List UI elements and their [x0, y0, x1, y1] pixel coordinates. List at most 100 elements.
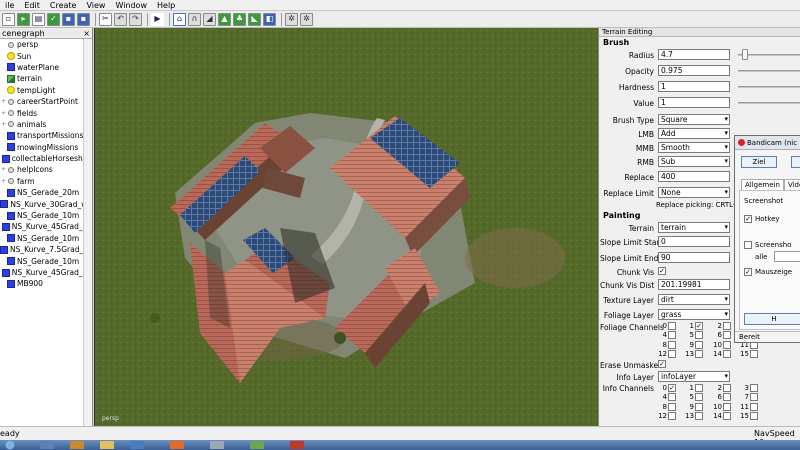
snap-icon[interactable]: ✲	[300, 12, 313, 26]
scenegraph-item[interactable]: transportMissions	[0, 130, 92, 141]
scenegraph-item[interactable]: NS_Gerade_10m	[0, 255, 92, 266]
menu-edit[interactable]: Edit	[19, 0, 45, 10]
mauszeiger-checkbox[interactable]: ✓	[744, 268, 752, 276]
scenegraph-item[interactable]: NS_Gerade_10m	[0, 233, 92, 244]
scenegraph-item[interactable]: tempLight	[0, 85, 92, 96]
scenegraph-item[interactable]: NS_Kurve_7.5Grad_en	[0, 244, 92, 255]
channel-checkbox[interactable]	[723, 349, 731, 358]
mmb-select[interactable]: Smooth	[658, 142, 730, 153]
scenegraph-item[interactable]: NS_Gerade_10m	[0, 210, 92, 221]
channel-checkbox[interactable]	[723, 402, 731, 411]
new-file-icon[interactable]: ▫	[2, 12, 15, 26]
channel-checkbox[interactable]	[750, 411, 758, 420]
scenegraph-item[interactable]: NS_Kurve_30Grad_we	[0, 198, 92, 209]
channel-checkbox[interactable]	[695, 411, 703, 420]
radius-slider-thumb[interactable]	[742, 49, 748, 60]
channel-checkbox[interactable]	[668, 402, 676, 411]
replace-field[interactable]: 400	[658, 171, 730, 182]
channel-checkbox[interactable]	[668, 340, 676, 349]
play-icon[interactable]: ▶	[151, 12, 164, 26]
close-icon[interactable]: ×	[83, 28, 92, 38]
scenegraph-item[interactable]: mowingMissions	[0, 142, 92, 153]
foliage-icon[interactable]: ♣	[233, 12, 246, 26]
menu-view[interactable]: View	[81, 0, 110, 10]
redo-icon[interactable]: ↷	[129, 12, 142, 26]
channel-checkbox[interactable]	[668, 349, 676, 358]
rmb-select[interactable]: Sub	[658, 156, 730, 167]
channel-checkbox[interactable]	[750, 402, 758, 411]
channel-checkbox[interactable]	[695, 340, 703, 349]
channel-checkbox[interactable]	[723, 393, 731, 402]
h-button[interactable]: H	[744, 313, 800, 325]
save-all-icon[interactable]: ▪	[62, 12, 75, 26]
tab-allgemein[interactable]: Allgemein	[741, 179, 784, 190]
scenegraph-item[interactable]: + farm	[0, 176, 92, 187]
undo-icon[interactable]: ↶	[114, 12, 127, 26]
channel-checkbox[interactable]	[750, 393, 758, 402]
save-icon[interactable]: ✓	[47, 12, 60, 26]
scenegraph-item[interactable]: persp	[0, 39, 92, 50]
channel-checkbox[interactable]	[668, 331, 676, 340]
recent-icon[interactable]: ▤	[32, 12, 45, 26]
tab-video[interactable]: Video	[783, 179, 800, 190]
scenegraph-item[interactable]: MB900	[0, 278, 92, 289]
channel-checkbox[interactable]	[668, 393, 676, 402]
scenegraph-item[interactable]: NS_Kurve_45Grad_en	[0, 221, 92, 232]
info-layer-icon[interactable]: ◧	[263, 12, 276, 26]
ziel-button[interactable]: Ziel	[741, 156, 777, 168]
interval-field[interactable]	[774, 251, 800, 262]
scenegraph-item[interactable]: + helpIcons	[0, 164, 92, 175]
hardness-field[interactable]: 1	[658, 81, 730, 92]
opacity-field[interactable]: 0.975	[658, 65, 730, 76]
hotkey-checkbox[interactable]: ✓	[744, 215, 752, 223]
brush-type-select[interactable]: Square	[658, 114, 730, 125]
replace-limit-select[interactable]: None	[658, 187, 730, 198]
lmb-select[interactable]: Add	[658, 128, 730, 139]
chunk-vis-checkbox[interactable]: ✓	[658, 267, 666, 275]
channel-checkbox[interactable]	[695, 349, 703, 358]
scenegraph-item[interactable]: NS_Kurve_45Grad_en	[0, 267, 92, 278]
terrain-select[interactable]: terrain	[658, 222, 730, 233]
channel-checkbox[interactable]	[723, 322, 731, 330]
menu-file[interactable]: ile	[0, 0, 19, 10]
scenegraph-item[interactable]: + animals	[0, 119, 92, 130]
terrain-tool-icon[interactable]: ◢	[203, 12, 216, 26]
scenegraph-scrollbar[interactable]	[83, 39, 92, 426]
channel-checkbox[interactable]	[695, 393, 703, 402]
3d-viewport[interactable]: persp	[94, 28, 598, 426]
channel-checkbox[interactable]	[668, 411, 676, 420]
info-layer-select[interactable]: infoLayer	[658, 371, 730, 382]
hardness-slider[interactable]	[738, 86, 800, 88]
channel-checkbox[interactable]	[695, 331, 703, 340]
channel-checkbox[interactable]	[695, 402, 703, 411]
scenegraph-item[interactable]: NS_Gerade_20m	[0, 187, 92, 198]
channel-checkbox[interactable]	[750, 349, 758, 358]
window-select-button[interactable]	[791, 156, 800, 168]
expand-icon[interactable]: +	[0, 121, 7, 128]
channel-checkbox[interactable]: ✓	[668, 384, 676, 392]
scenegraph-item[interactable]: terrain	[0, 73, 92, 84]
expand-icon[interactable]: +	[0, 166, 7, 173]
cut-icon[interactable]: ✂	[99, 12, 112, 26]
value-field[interactable]: 1	[658, 97, 730, 108]
channel-checkbox[interactable]	[723, 411, 731, 420]
scenegraph-item[interactable]: + fields	[0, 107, 92, 118]
menu-create[interactable]: Create	[45, 0, 82, 10]
channel-checkbox[interactable]	[723, 340, 731, 349]
screenshot-checkbox[interactable]	[744, 241, 752, 249]
expand-icon[interactable]: +	[0, 110, 7, 117]
expand-icon[interactable]: +	[0, 98, 7, 105]
channel-checkbox[interactable]	[723, 331, 731, 340]
foliage-layer-select[interactable]: grass	[658, 309, 730, 320]
fill-icon[interactable]: ◣	[248, 12, 261, 26]
scenegraph-item[interactable]: Sun	[0, 50, 92, 61]
radius-field[interactable]: 4.7	[658, 49, 730, 60]
value-slider[interactable]	[738, 102, 800, 104]
channel-checkbox[interactable]	[750, 384, 758, 392]
texture-layer-select[interactable]: dirt	[658, 294, 730, 305]
slope-end-field[interactable]: 90	[658, 252, 730, 263]
slope-start-field[interactable]: 0	[658, 236, 730, 247]
select-icon[interactable]: ⌂	[173, 12, 186, 26]
menu-help[interactable]: Help	[152, 0, 180, 10]
channel-checkbox[interactable]	[723, 384, 731, 392]
